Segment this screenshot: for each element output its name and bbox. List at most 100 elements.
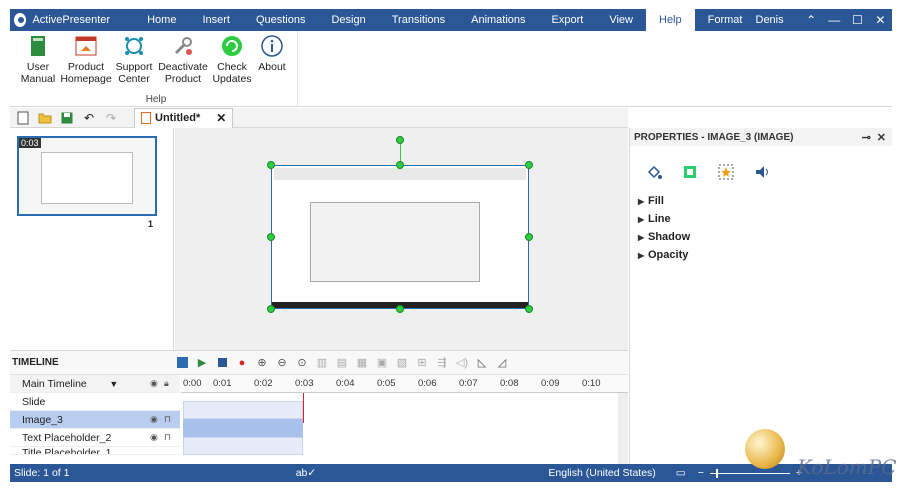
- spell-check-icon[interactable]: ab✓: [296, 467, 316, 479]
- collapse-ribbon-icon[interactable]: ⌃: [800, 13, 823, 27]
- size-tab-icon[interactable]: [672, 160, 708, 184]
- slide-thumbnail[interactable]: 0:03: [17, 136, 157, 216]
- fade-out-icon[interactable]: ◿: [492, 355, 512, 371]
- undo-icon[interactable]: ↶: [80, 110, 98, 126]
- tab-help[interactable]: Help: [646, 9, 695, 31]
- resize-handle-left[interactable]: [267, 233, 275, 241]
- pin-icon[interactable]: ⊸: [862, 131, 871, 144]
- tab-design[interactable]: Design: [318, 9, 378, 31]
- tab-format[interactable]: Format: [695, 9, 756, 31]
- tab-animations[interactable]: Animations: [458, 9, 538, 31]
- tab-insert[interactable]: Insert: [189, 9, 243, 31]
- ribbon: User Manual Product Homepage Support Cen…: [10, 31, 892, 107]
- split-icon[interactable]: ▥: [312, 355, 332, 371]
- fade-in-icon[interactable]: ◺: [472, 355, 492, 371]
- zoom-fit-icon[interactable]: ⊙: [292, 355, 312, 371]
- document-close-icon[interactable]: ✕: [216, 111, 226, 125]
- shadow-section[interactable]: ▶ Shadow: [630, 228, 892, 246]
- resize-handle-bottom-right[interactable]: [525, 305, 533, 313]
- main-timeline-selector[interactable]: Main Timeline ▼ ◉ 🔒︎: [10, 375, 180, 393]
- lock-icon[interactable]: ⊓: [164, 432, 180, 443]
- record-icon[interactable]: ●: [232, 355, 252, 371]
- close-icon[interactable]: ✕: [869, 13, 892, 27]
- effects-tab-icon[interactable]: [708, 160, 744, 184]
- zoom-out-button[interactable]: −: [698, 467, 704, 479]
- zoom-in-icon[interactable]: ⊕: [252, 355, 272, 371]
- document-tab[interactable]: Untitled* ✕: [134, 107, 234, 128]
- deactivate-product-button[interactable]: Deactivate Product: [156, 35, 210, 85]
- timeline-scrollbar[interactable]: [618, 393, 628, 465]
- timeline-tracks[interactable]: [181, 393, 621, 465]
- product-homepage-button[interactable]: Product Homepage: [60, 35, 112, 85]
- stop-square-icon[interactable]: [172, 355, 192, 371]
- eye-icon[interactable]: ◉: [150, 414, 164, 425]
- fill-tab-icon[interactable]: [636, 160, 672, 184]
- eye-icon[interactable]: ◉: [150, 378, 164, 389]
- resize-handle-top[interactable]: [396, 161, 404, 169]
- tab-questions[interactable]: Questions: [243, 9, 319, 31]
- text-track-bar[interactable]: [183, 437, 303, 455]
- user-manual-label-1: User: [26, 61, 50, 73]
- insert-time-icon[interactable]: ▤: [332, 355, 352, 371]
- tab-view[interactable]: View: [596, 9, 646, 31]
- layer-label: Text Placeholder_2: [22, 431, 112, 444]
- layer-row[interactable]: Title Placeholder_1: [10, 447, 180, 455]
- image-track-bar[interactable]: [183, 419, 303, 437]
- timeline-ruler[interactable]: 0:00 0:01 0:02 0:03 0:04 0:05 0:06 0:07 …: [181, 375, 628, 393]
- tab-export[interactable]: Export: [539, 9, 597, 31]
- open-folder-icon[interactable]: [36, 110, 54, 126]
- zoom-out-icon[interactable]: ⊖: [272, 355, 292, 371]
- audio-tab-icon[interactable]: [744, 160, 780, 184]
- fill-section[interactable]: ▶ Fill: [630, 192, 892, 210]
- slides-panel: 0:03 1: [10, 128, 174, 350]
- delete-range-icon[interactable]: ▧: [392, 355, 412, 371]
- selected-image[interactable]: [271, 165, 529, 309]
- resize-handle-top-left[interactable]: [267, 161, 275, 169]
- chevron-down-icon[interactable]: ▼: [109, 379, 127, 389]
- cut-range-icon[interactable]: ⊞: [412, 355, 432, 371]
- freeze-icon[interactable]: ▣: [372, 355, 392, 371]
- check-updates-button[interactable]: Check Updates: [212, 35, 252, 85]
- slide-canvas[interactable]: [175, 128, 628, 350]
- save-icon[interactable]: [58, 110, 76, 126]
- stop-icon[interactable]: [212, 355, 232, 371]
- user-name[interactable]: Denis: [756, 14, 784, 26]
- user-manual-button[interactable]: User Manual: [18, 35, 58, 85]
- about-button[interactable]: About: [254, 35, 290, 73]
- playhead[interactable]: [303, 393, 304, 423]
- lock-icon[interactable]: 🔒︎: [164, 378, 180, 389]
- resize-handle-bottom-left[interactable]: [267, 305, 275, 313]
- tab-home[interactable]: Home: [134, 9, 189, 31]
- support-center-button[interactable]: Support Center: [114, 35, 154, 85]
- properties-title: PROPERTIES - IMAGE_3 (IMAGE): [634, 131, 794, 143]
- resize-handle-top-right[interactable]: [525, 161, 533, 169]
- layer-row[interactable]: Slide: [10, 393, 180, 411]
- maximize-icon[interactable]: ☐: [846, 13, 869, 27]
- crop-icon[interactable]: ▦: [352, 355, 372, 371]
- rotation-handle[interactable]: [396, 136, 404, 144]
- slide-track-bar[interactable]: [183, 401, 303, 419]
- line-section[interactable]: ▶ Line: [630, 210, 892, 228]
- eye-icon[interactable]: ◉: [150, 432, 164, 443]
- tab-transitions[interactable]: Transitions: [379, 9, 458, 31]
- layer-row[interactable]: Image_3 ◉ ⊓: [10, 411, 180, 429]
- check-updates-label-2: Updates: [212, 73, 252, 85]
- check-updates-label-1: Check: [217, 61, 247, 73]
- layer-row[interactable]: Text Placeholder_2 ◉ ⊓: [10, 429, 180, 447]
- change-speed-icon[interactable]: ⇶: [432, 355, 452, 371]
- support-center-label-2: Center: [118, 73, 150, 85]
- lock-icon[interactable]: ⊓: [164, 414, 180, 425]
- resize-handle-bottom[interactable]: [396, 305, 404, 313]
- properties-close-icon[interactable]: ✕: [877, 131, 886, 144]
- minimize-icon[interactable]: —: [823, 13, 846, 27]
- audio-volume-icon[interactable]: ◁): [452, 355, 472, 371]
- new-file-icon[interactable]: [14, 110, 32, 126]
- redo-icon[interactable]: ↷: [102, 110, 120, 126]
- language-indicator[interactable]: English (United States): [548, 467, 655, 479]
- resize-handle-right[interactable]: [525, 233, 533, 241]
- view-mode-icon[interactable]: ▭: [676, 467, 686, 479]
- zoom-slider-knob[interactable]: [715, 468, 718, 478]
- play-icon[interactable]: ▶: [192, 355, 212, 371]
- book-icon: [27, 35, 49, 57]
- opacity-section[interactable]: ▶ Opacity: [630, 246, 892, 264]
